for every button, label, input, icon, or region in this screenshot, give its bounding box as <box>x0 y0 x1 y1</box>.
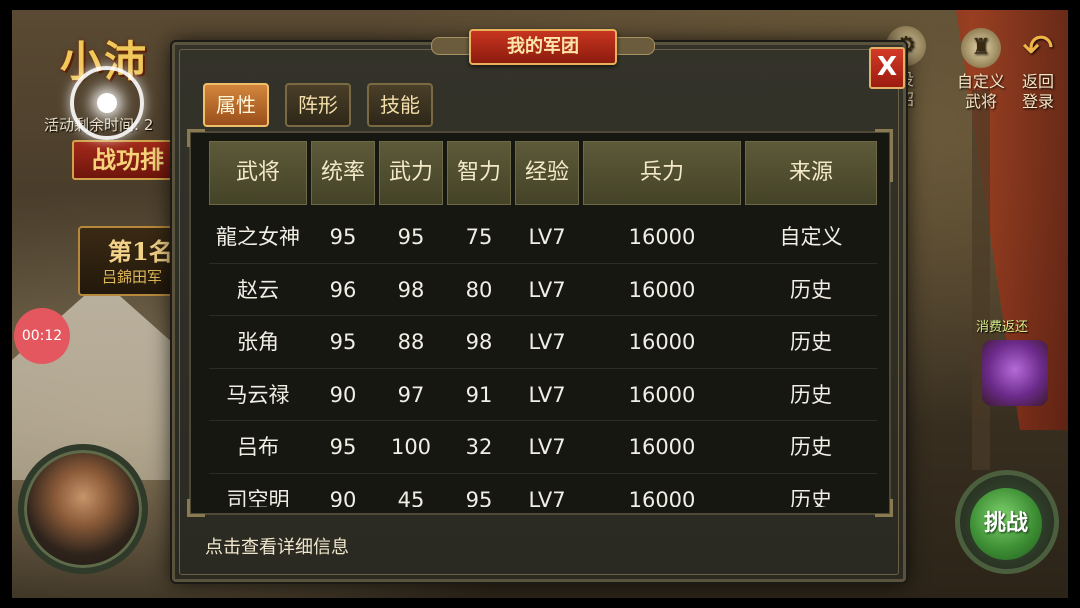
cell-general: 张角 <box>237 330 279 354</box>
frame-corner <box>187 129 205 147</box>
cell-intelligence: 95 <box>465 487 493 508</box>
cell-general: 龍之女神 <box>216 225 300 249</box>
cell-experience: LV7 <box>528 435 566 459</box>
title-ornament-left <box>431 37 471 55</box>
column-header-general[interactable]: 武将 <box>209 141 307 205</box>
cell-force: 98 <box>397 277 425 302</box>
cell-source: 自定义 <box>779 225 843 249</box>
cell-source: 历史 <box>790 330 832 354</box>
rank-number: 第1名 <box>108 237 173 266</box>
column-header-troops[interactable]: 兵力 <box>583 141 741 205</box>
cell-troops: 16000 <box>628 382 696 407</box>
cell-leadership: 90 <box>329 382 357 407</box>
tab-attributes[interactable]: 属性 <box>203 83 269 127</box>
table-row[interactable]: 马云禄 90 97 91 LV7 16000 历史 <box>209 369 877 421</box>
rank-player-name: 吕錦田军 <box>102 268 163 286</box>
cell-source: 历史 <box>790 435 832 459</box>
cell-force: 45 <box>397 487 425 508</box>
frame-corner <box>875 129 893 182</box>
table-row[interactable]: 龍之女神 95 95 75 LV7 16000 自定义 <box>209 211 877 264</box>
cell-experience: LV7 <box>528 487 566 508</box>
table-row[interactable]: 张角 95 88 98 LV7 16000 历史 <box>209 316 877 369</box>
cell-intelligence: 91 <box>465 382 493 407</box>
cell-general: 赵云 <box>237 277 279 302</box>
cell-intelligence: 98 <box>465 330 493 354</box>
cell-source: 历史 <box>790 277 832 302</box>
back-to-login-button[interactable]: ↶ 返回 登录 <box>1006 28 1070 112</box>
cell-experience: LV7 <box>528 225 566 249</box>
cell-general: 马云禄 <box>226 382 290 407</box>
table-row[interactable]: 吕布 95 100 32 LV7 16000 历史 <box>209 421 877 474</box>
cell-force: 97 <box>397 382 425 407</box>
cell-troops: 16000 <box>628 435 696 459</box>
table-header: 武将 统率 武力 智力 经验 兵力 来源 <box>209 141 877 205</box>
cell-source: 历史 <box>790 487 832 508</box>
table-row[interactable]: 司空明 90 45 95 LV7 16000 历史 <box>209 474 877 508</box>
cell-troops: 16000 <box>628 277 696 302</box>
dialog-title: 我的军团 <box>469 29 617 65</box>
cell-force: 100 <box>390 435 432 459</box>
back-to-login-label: 返回 登录 <box>1021 72 1054 111</box>
cell-force: 88 <box>397 330 425 354</box>
cell-troops: 16000 <box>628 330 696 354</box>
helmet-icon: ♜ <box>961 28 1001 68</box>
touch-indicator-dot <box>97 93 117 113</box>
detail-hint-text: 点击查看详细信息 <box>205 537 349 558</box>
ranking-banner[interactable]: 战功排 <box>72 140 182 180</box>
cell-leadership: 96 <box>329 277 357 302</box>
generals-table: 武将 统率 武力 智力 经验 兵力 来源 龍之女神 95 95 75 LV7 1… <box>187 129 893 517</box>
cell-general: 吕布 <box>237 435 279 459</box>
cell-intelligence: 32 <box>465 435 493 459</box>
consumption-refund-label: 消费返还 <box>976 320 1029 335</box>
cell-leadership: 90 <box>329 487 357 508</box>
column-header-leadership[interactable]: 统率 <box>311 141 375 205</box>
table-row[interactable]: 赵云 96 98 80 LV7 16000 历史 <box>209 264 877 316</box>
challenge-button[interactable]: 挑战 <box>970 488 1042 560</box>
cell-experience: LV7 <box>528 382 566 407</box>
cell-intelligence: 80 <box>465 277 493 302</box>
back-arrow-icon: ↶ <box>1022 26 1054 70</box>
cell-troops: 16000 <box>628 487 696 508</box>
frame-corner <box>875 499 893 517</box>
title-ornament-right <box>615 37 655 55</box>
cell-experience: LV7 <box>528 277 566 302</box>
column-header-source[interactable]: 来源 <box>745 141 877 205</box>
column-header-experience[interactable]: 经验 <box>515 141 579 205</box>
cell-force: 95 <box>397 225 425 249</box>
cell-leadership: 95 <box>329 435 357 459</box>
cell-general: 司空明 <box>226 487 290 508</box>
cell-experience: LV7 <box>528 330 566 354</box>
my-army-dialog: 我的军团 X 属性 阵形 技能 武将 统率 武力 智力 经验 兵力 来源 龍之女… <box>172 29 906 582</box>
pole-decoration <box>972 90 990 470</box>
cell-troops: 16000 <box>628 225 696 249</box>
frame-corner <box>187 499 205 517</box>
table-body[interactable]: 龍之女神 95 95 75 LV7 16000 自定义 赵云 96 98 80 … <box>209 211 877 507</box>
cell-intelligence: 75 <box>465 225 493 249</box>
cell-leadership: 95 <box>329 225 357 249</box>
cell-leadership: 95 <box>329 330 357 354</box>
cell-source: 历史 <box>790 382 832 407</box>
tab-formation[interactable]: 阵形 <box>285 83 351 127</box>
refund-bag-icon[interactable] <box>982 340 1048 406</box>
column-header-force[interactable]: 武力 <box>379 141 443 205</box>
screen-record-timer[interactable]: 00:12 <box>14 308 70 364</box>
close-button[interactable]: X <box>869 47 905 89</box>
tab-skills[interactable]: 技能 <box>367 83 433 127</box>
column-header-intelligence[interactable]: 智力 <box>447 141 511 205</box>
player-avatar[interactable] <box>18 444 148 574</box>
